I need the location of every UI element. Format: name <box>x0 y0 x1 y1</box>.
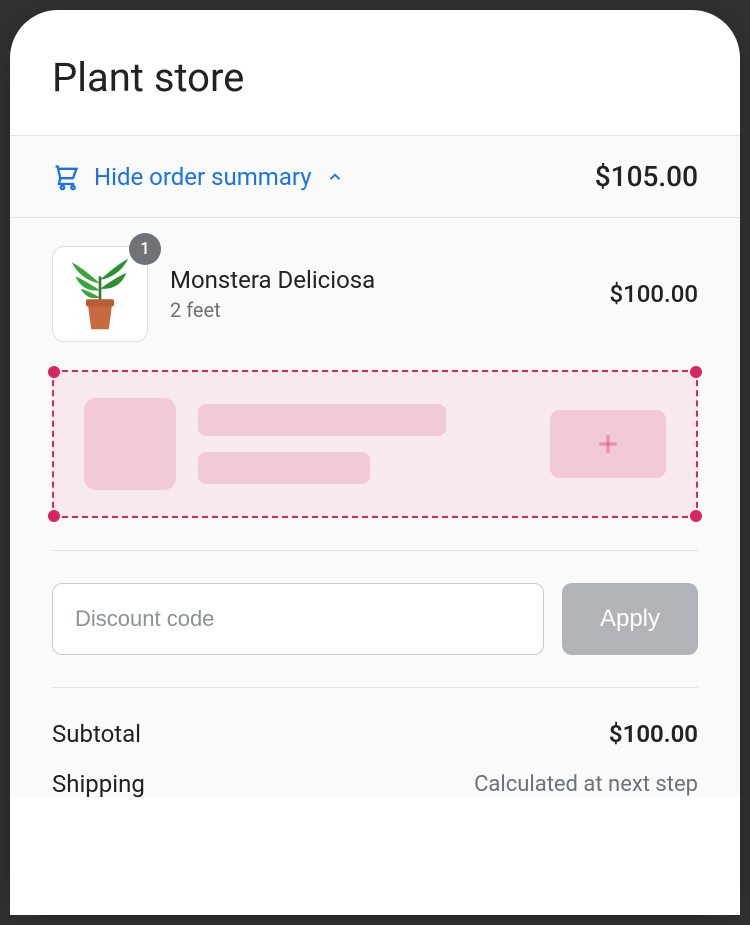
product-meta: Monstera Deliciosa 2 feet <box>170 266 587 322</box>
resize-handle-top-left[interactable] <box>48 366 60 378</box>
product-price: $100.00 <box>609 280 698 308</box>
plus-icon <box>595 431 621 457</box>
totals: Subtotal $100.00 Shipping Calculated at … <box>52 720 698 798</box>
subtotal-row: Subtotal $100.00 <box>52 720 698 748</box>
resize-handle-top-right[interactable] <box>690 366 702 378</box>
cart-icon <box>52 163 80 191</box>
product-variant: 2 feet <box>170 298 587 322</box>
chevron-up-icon <box>326 168 344 186</box>
divider <box>52 550 698 551</box>
store-title: Plant store <box>52 54 698 101</box>
placeholder-line <box>198 404 446 436</box>
checkout-screen: Plant store Hide order summary $105.00 <box>10 10 740 915</box>
shipping-row: Shipping Calculated at next step <box>52 770 698 798</box>
resize-handle-bottom-right[interactable] <box>690 510 702 522</box>
shipping-label: Shipping <box>52 770 145 798</box>
order-summary-total: $105.00 <box>595 160 698 193</box>
placeholder-line <box>198 452 370 484</box>
order-summary-content: 1 Monstera Deliciosa 2 feet $100.00 <box>10 218 740 798</box>
resize-handle-bottom-left[interactable] <box>48 510 60 522</box>
order-summary-toggle[interactable]: Hide order summary <box>52 163 344 191</box>
divider <box>52 687 698 688</box>
subtotal-value: $100.00 <box>609 720 698 748</box>
placeholder-lines <box>198 404 528 484</box>
line-item: 1 Monstera Deliciosa 2 feet $100.00 <box>52 246 698 342</box>
placeholder-add-button[interactable] <box>550 410 666 478</box>
discount-row: Apply <box>52 583 698 655</box>
subtotal-label: Subtotal <box>52 720 141 748</box>
header: Plant store <box>10 10 740 135</box>
discount-code-input[interactable] <box>52 583 544 655</box>
order-summary-toggle-label: Hide order summary <box>94 163 312 191</box>
product-thumbnail: 1 <box>52 246 148 342</box>
placeholder-thumbnail <box>84 398 176 490</box>
product-name: Monstera Deliciosa <box>170 266 587 294</box>
order-summary-toggle-row: Hide order summary $105.00 <box>10 136 740 218</box>
order-summary-section: Hide order summary $105.00 <box>10 135 740 798</box>
apply-button[interactable]: Apply <box>562 583 698 655</box>
plant-icon <box>56 250 144 338</box>
placeholder-skeleton <box>54 372 696 516</box>
placeholder-dropzone[interactable] <box>52 370 698 518</box>
quantity-badge: 1 <box>129 233 161 265</box>
shipping-value: Calculated at next step <box>474 772 698 797</box>
